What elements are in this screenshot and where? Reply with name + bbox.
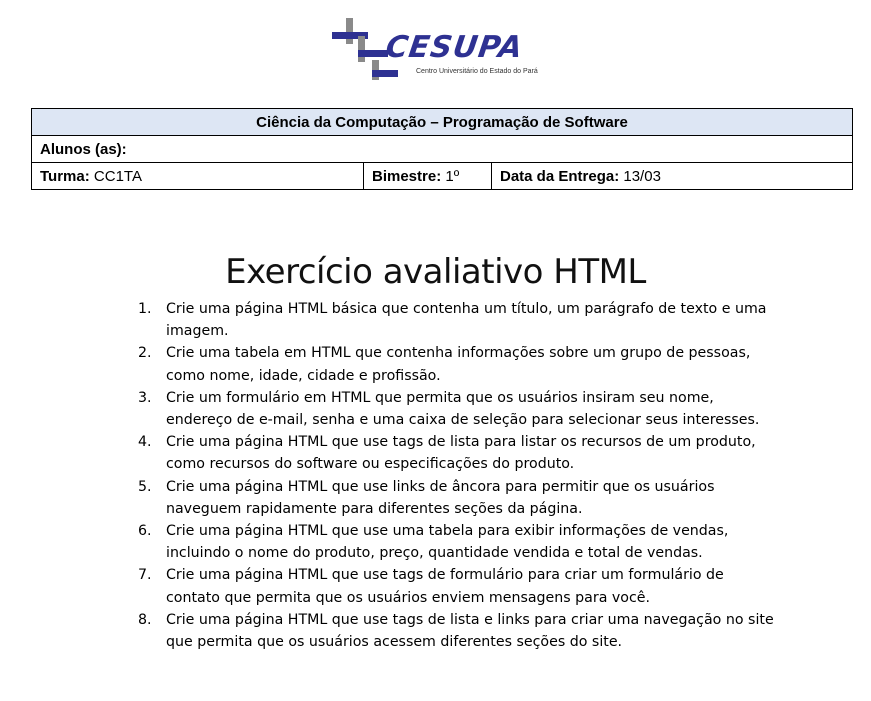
list-item-number: 2. (138, 345, 152, 362)
list-item: 1. Crie uma página HTML básica que conten… (138, 298, 778, 342)
list-item-text: Crie uma tabela em HTML que contenha inf… (166, 345, 751, 384)
turma-cell: Turma: CC1TA (31, 162, 364, 190)
list-item-text: Crie uma página HTML que use uma tabela … (166, 523, 729, 562)
list-item: 7. Crie uma página HTML que use tags de f… (138, 564, 778, 608)
logo-subtitle: Centro Universitário do Estado do Pará (416, 68, 538, 75)
list-item: 4. Crie uma página HTML que use tags de l… (138, 431, 778, 475)
bimestre-value: 1º (445, 167, 460, 185)
turma-value: CC1TA (93, 167, 142, 185)
list-item-number: 4. (138, 434, 152, 451)
list-item-text: Crie uma página HTML básica que contenha… (166, 301, 767, 340)
list-item: 5. Crie uma página HTML que use links de … (138, 476, 778, 520)
list-item-number: 8. (138, 611, 152, 628)
turma-label: Turma: (40, 167, 90, 185)
list-item-number: 7. (138, 567, 152, 584)
alunos-label: Alunos (as): (40, 140, 127, 158)
task-list: 1. Crie uma página HTML básica que conten… (138, 298, 778, 653)
list-item-text: Crie uma página HTML que use tags de lis… (166, 434, 756, 473)
data-entrega-value: 13/03 (623, 167, 661, 185)
logo-brand-text: CESUPA (383, 30, 526, 65)
list-item-text: Crie uma página HTML que use tags de for… (166, 567, 724, 606)
document-title: Exercício avaliativo HTML (225, 252, 646, 292)
list-item-text: Crie uma página HTML que use links de ân… (166, 478, 715, 517)
list-item: 3. Crie um formulário em HTML que permita… (138, 387, 778, 431)
course-title: Ciência da Computação – Programação de S… (31, 108, 853, 136)
list-item: 8. Crie uma página HTML que use tags de l… (138, 609, 778, 653)
list-item: 2. Crie uma tabela em HTML que contenha i… (138, 342, 778, 386)
list-item-number: 3. (138, 389, 152, 406)
alunos-field: Alunos (as): (31, 135, 853, 163)
list-item-text: Crie uma página HTML que use tags de lis… (166, 611, 774, 651)
header-table: Ciência da Computação – Programação de S… (31, 108, 853, 190)
list-item-number: 6. (138, 523, 152, 540)
list-item-number: 5. (138, 478, 152, 495)
list-item-text: Crie um formulário em HTML que permita q… (166, 389, 760, 429)
cesupa-logo: CESUPA Centro Universitário do Estado do… (328, 14, 548, 88)
list-item-number: 1. (138, 301, 152, 317)
list-item: 6. Crie uma página HTML que use uma tabel… (138, 520, 778, 564)
data-entrega-cell: Data da Entrega: 13/03 (491, 162, 853, 190)
bimestre-cell: Bimestre: 1º (363, 162, 492, 190)
data-entrega-label: Data da Entrega: (500, 167, 620, 185)
bimestre-label: Bimestre: (372, 167, 442, 185)
